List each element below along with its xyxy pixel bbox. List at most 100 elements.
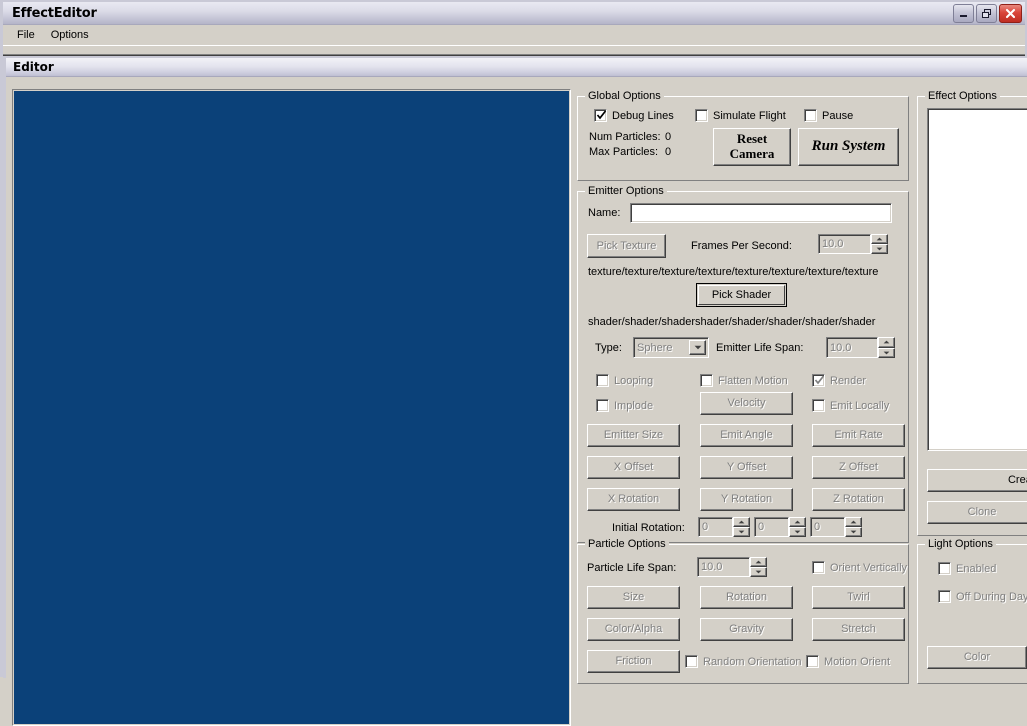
check-icon [814, 375, 825, 385]
color-alpha-button[interactable]: Color/Alpha [587, 618, 680, 641]
menu-item-file[interactable]: File [9, 27, 43, 43]
light-options-group: Light Options Enabled Off During Day Col… [917, 538, 1027, 684]
emit-locally-checkbox-box [812, 399, 825, 412]
initial-rotation-y-spinner[interactable]: 0 [754, 517, 806, 537]
implode-checkbox-box [596, 399, 609, 412]
emit-rate-button[interactable]: Emit Rate [812, 424, 905, 447]
checkbox-random-orientation[interactable]: Random Orientation [685, 655, 801, 668]
y-offset-button[interactable]: Y Offset [700, 456, 793, 479]
spinner-up-icon[interactable] [845, 517, 862, 527]
stretch-label: Stretch [841, 623, 876, 636]
checkbox-light-enabled[interactable]: Enabled [938, 562, 996, 575]
size-label: Size [622, 591, 645, 604]
light-color-button[interactable]: Color [927, 646, 1027, 669]
checkbox-orient-vertically[interactable]: Orient Vertically [812, 561, 907, 574]
particle-life-span-value[interactable]: 10.0 [697, 557, 750, 577]
spinner-down-icon[interactable] [871, 244, 888, 254]
size-button[interactable]: Size [587, 586, 680, 609]
spinner-up-icon[interactable] [871, 234, 888, 244]
emitter-name-input[interactable] [630, 203, 892, 223]
x-offset-button[interactable]: X Offset [587, 456, 680, 479]
run-system-button[interactable]: Run System [798, 128, 899, 166]
spinner-down-icon[interactable] [789, 527, 806, 537]
x-rotation-button[interactable]: X Rotation [587, 488, 680, 511]
emitter-life-span-value[interactable]: 10.0 [826, 337, 878, 358]
checkbox-motion-orient[interactable]: Motion Orient [806, 655, 890, 668]
emitter-options-group: Emitter Options Name: Pick Texture Frame… [577, 185, 909, 543]
clone-label: Clone [967, 506, 997, 519]
y-offset-label: Y Offset [726, 461, 767, 474]
implode-label: Implode [614, 399, 654, 412]
toolbar-band [3, 45, 1025, 55]
gravity-label: Gravity [729, 623, 764, 636]
run-system-label: Run System [811, 138, 886, 155]
spinner-down-icon[interactable] [878, 347, 895, 358]
initial-rotation-z-spinner[interactable]: 0 [810, 517, 862, 537]
global-options-title: Global Options [585, 90, 664, 102]
debug-lines-checkbox-box [594, 109, 607, 122]
particle-rotation-button[interactable]: Rotation [700, 586, 793, 609]
restore-button[interactable] [976, 4, 997, 23]
checkbox-flatten-motion[interactable]: Flatten Motion [700, 374, 788, 387]
spinner-up-icon[interactable] [750, 557, 767, 567]
z-offset-button[interactable]: Z Offset [812, 456, 905, 479]
frames-per-second-spinner[interactable]: 10.0 [818, 234, 888, 254]
minimize-button[interactable] [953, 4, 974, 23]
check-icon [596, 110, 607, 120]
pause-checkbox-box [804, 109, 817, 122]
frames-per-second-label: Frames Per Second: [691, 240, 792, 252]
emitter-life-span-spinner[interactable]: 10.0 [826, 337, 895, 358]
debug-lines-label: Debug Lines [612, 109, 674, 122]
initial-rotation-x-value[interactable]: 0 [698, 517, 733, 537]
frames-per-second-value[interactable]: 10.0 [818, 234, 871, 254]
emitter-type-combobox[interactable]: Sphere [633, 337, 709, 358]
clone-button[interactable]: Clone [927, 501, 1027, 524]
z-rotation-button[interactable]: Z Rotation [812, 488, 905, 511]
initial-rotation-z-value[interactable]: 0 [810, 517, 845, 537]
close-button[interactable] [999, 4, 1022, 23]
spinner-up-icon[interactable] [878, 337, 895, 348]
spinner-up-icon[interactable] [789, 517, 806, 527]
spinner-up-icon[interactable] [733, 517, 750, 527]
particle-life-span-spinner[interactable]: 10.0 [697, 557, 767, 577]
menu-item-options[interactable]: Options [43, 27, 97, 43]
initial-rotation-x-spinner[interactable]: 0 [698, 517, 750, 537]
initial-rotation-label: Initial Rotation: [612, 522, 685, 534]
effect-list[interactable] [927, 108, 1027, 451]
checkbox-emit-locally[interactable]: Emit Locally [812, 399, 889, 412]
velocity-label: Velocity [727, 397, 766, 410]
reset-camera-button[interactable]: Reset Camera [713, 128, 791, 166]
pick-texture-button[interactable]: Pick Texture [587, 234, 666, 258]
y-rotation-button[interactable]: Y Rotation [700, 488, 793, 511]
orient-vertically-label: Orient Vertically [830, 561, 908, 574]
spinner-down-icon[interactable] [750, 567, 767, 577]
checkbox-pause[interactable]: Pause [804, 109, 853, 122]
create-button[interactable]: Create [927, 469, 1027, 492]
twirl-label: Twirl [847, 591, 870, 604]
pick-shader-button[interactable]: Pick Shader [696, 283, 787, 307]
checkbox-looping[interactable]: Looping [596, 374, 653, 387]
twirl-button[interactable]: Twirl [812, 586, 905, 609]
checkbox-off-during-day[interactable]: Off During Day [938, 590, 1027, 603]
render-viewport[interactable] [14, 91, 569, 724]
spinner-down-icon[interactable] [845, 527, 862, 537]
friction-button[interactable]: Friction [587, 650, 680, 673]
checkbox-debug-lines[interactable]: Debug Lines [594, 109, 674, 122]
global-options-group: Global Options Debug Lines Simulate Flig… [577, 90, 909, 181]
stretch-button[interactable]: Stretch [812, 618, 905, 641]
spinner-down-icon[interactable] [733, 527, 750, 537]
chevron-down-icon[interactable] [689, 340, 706, 355]
emitter-size-button[interactable]: Emitter Size [587, 424, 680, 447]
gravity-button[interactable]: Gravity [700, 618, 793, 641]
checkbox-simulate-flight[interactable]: Simulate Flight [695, 109, 786, 122]
initial-rotation-y-value[interactable]: 0 [754, 517, 789, 537]
emit-angle-button[interactable]: Emit Angle [700, 424, 793, 447]
window-control-buttons [953, 4, 1022, 23]
velocity-button[interactable]: Velocity [700, 392, 793, 415]
friction-label: Friction [615, 655, 652, 668]
checkbox-render[interactable]: Render [812, 374, 866, 387]
checkbox-implode[interactable]: Implode [596, 399, 653, 412]
max-particles-value: 0 [665, 146, 672, 158]
shader-path-label: shader/shader/shadershader/shader/shader… [588, 316, 876, 328]
editor-window-title: Editor [13, 60, 54, 74]
